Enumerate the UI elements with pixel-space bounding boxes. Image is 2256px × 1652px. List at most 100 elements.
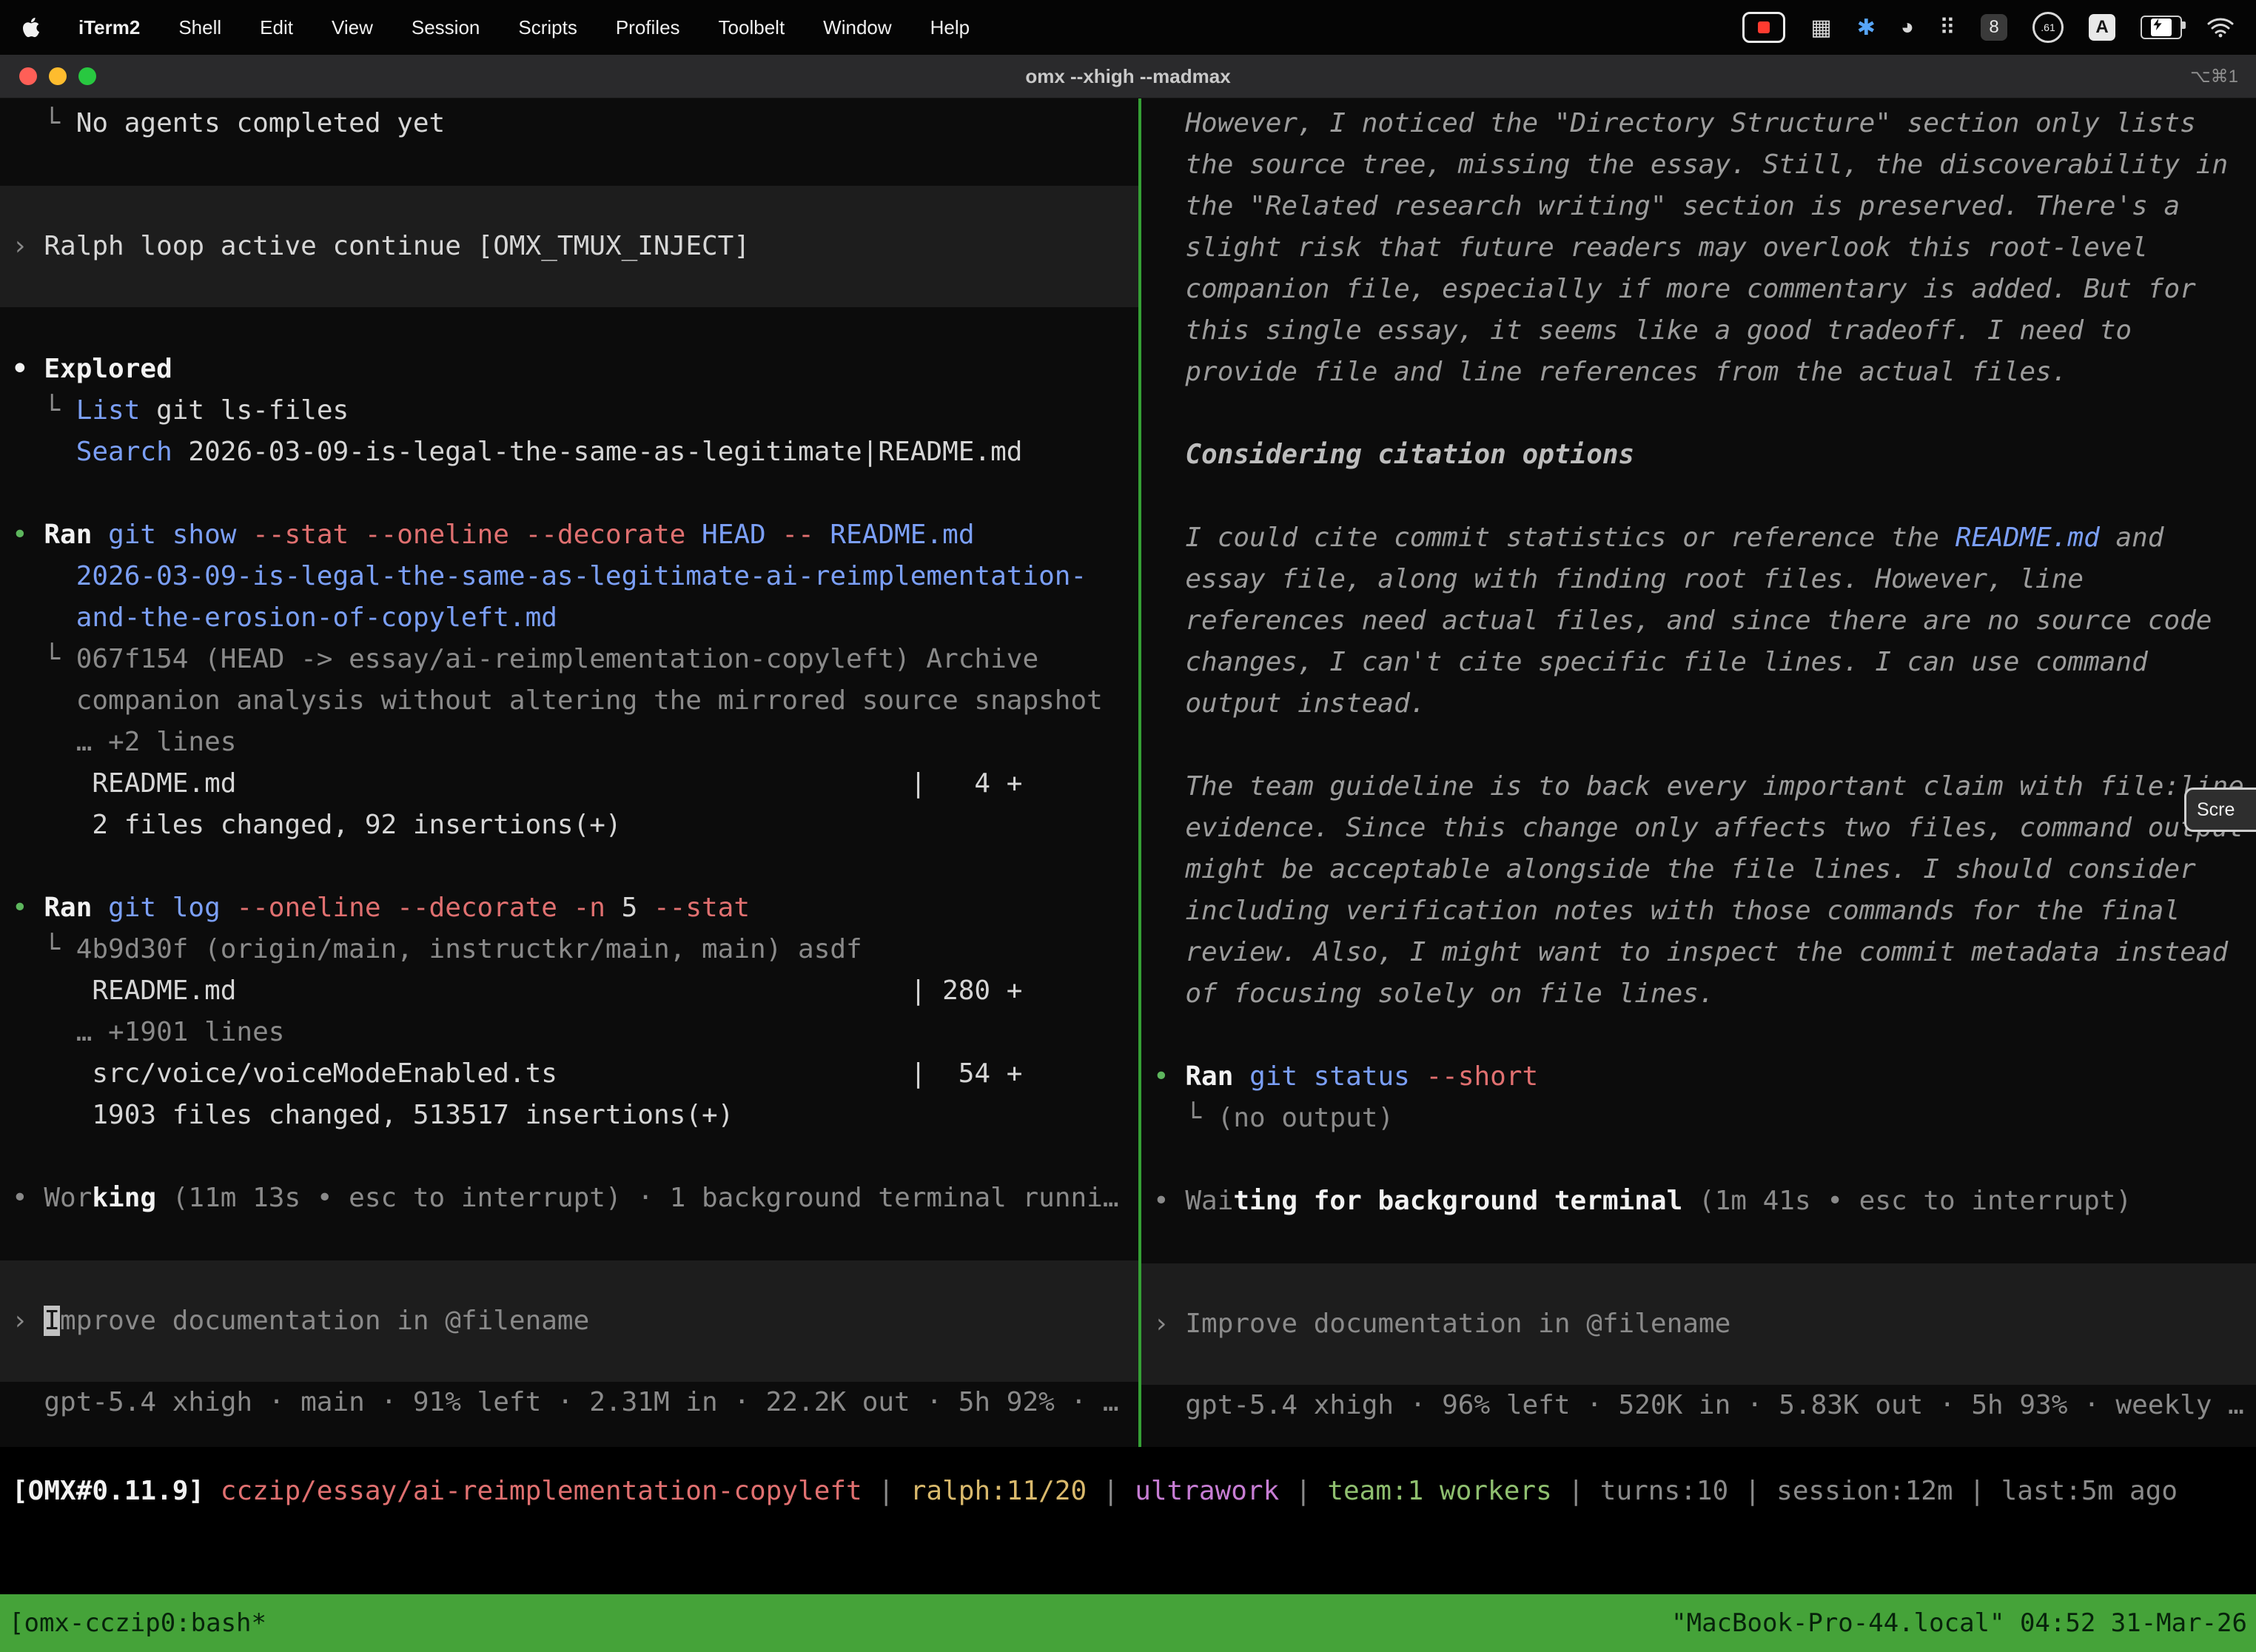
menu-item-window[interactable]: Window	[823, 16, 891, 39]
text-segment: 2 files changed, 92 insertions(+)	[12, 810, 622, 840]
terminal-line: └ 067f154 (HEAD -> essay/ai-reimplementa…	[0, 639, 1138, 680]
text-segment: Considering citation options	[1153, 440, 1634, 470]
ran-git-status: • Ran git status --short	[1141, 1056, 2256, 1098]
text-segment: … +1901 lines	[12, 1017, 284, 1047]
text-segment: README.md | 280 +	[12, 976, 1022, 1006]
menu-item-scripts[interactable]: Scripts	[518, 16, 577, 39]
tmux-session-label: [omx-cczip0:bash*	[9, 1608, 266, 1638]
text-segment: ultrawork	[1135, 1476, 1279, 1506]
text-segment: [OMX#0.11.9]	[12, 1476, 221, 1506]
text-segment: •	[1153, 1061, 1185, 1092]
text-segment: --oneline --decorate -n	[236, 893, 621, 923]
text-segment: slight risk that future readers may over…	[1153, 232, 2148, 263]
battery-gauge-icon[interactable]: .61	[2032, 12, 2064, 43]
left-pane[interactable]: └ No agents completed yet › Ralph loop ac…	[0, 98, 1138, 1447]
menu-item-profiles[interactable]: Profiles	[616, 16, 680, 39]
prompt-input-left[interactable]: › Improve documentation in @filename	[0, 1260, 1138, 1382]
apple-menu-icon[interactable]	[22, 16, 40, 38]
menu-item-toolbelt[interactable]: Toolbelt	[719, 16, 785, 39]
macos-menu-bar: iTerm2 Shell Edit View Session Scripts Profile…	[0, 0, 2256, 55]
menu-item-session[interactable]: Session	[412, 16, 480, 39]
menu-items: iTerm2 Shell Edit View Session Scripts Profile…	[22, 16, 970, 39]
grid-icon[interactable]: ▦	[1810, 15, 1831, 41]
statusline-left: gpt-5.4 xhigh · main · 91% left · 2.31M …	[0, 1382, 1138, 1423]
zoom-button[interactable]	[78, 67, 96, 85]
text-segment: git log	[108, 893, 236, 923]
working-status: • Working (11m 13s • esc to interrupt) ·…	[0, 1178, 1138, 1219]
menu-item-iterm2[interactable]: iTerm2	[78, 16, 140, 39]
terminal-line: README.md | 280 +	[0, 970, 1138, 1012]
text-segment: • Wor	[12, 1183, 92, 1213]
input-source-icon[interactable]: A	[2089, 14, 2115, 41]
ran-git-show: • Ran git show --stat --oneline --decora…	[0, 514, 1138, 556]
text-segment: List	[76, 395, 141, 426]
text-segment: HEAD	[702, 520, 782, 550]
password-key-icon[interactable]: 8	[1981, 14, 2007, 41]
dots-grid-icon[interactable]: ⠿	[1939, 15, 1955, 41]
text-segment: ting for background terminal	[1233, 1186, 1682, 1216]
text-segment: src/voice/voiceModeEnabled.ts | 54 +	[12, 1058, 1022, 1089]
text-segment: README.md	[830, 520, 974, 550]
terminal-line: › Improve documentation in @filename	[0, 1300, 1138, 1342]
text-segment: (11m 13s • esc to interrupt) · 1 backgro…	[156, 1183, 1118, 1213]
text-segment: king	[92, 1183, 156, 1213]
screen-share-overlay-button[interactable]: Scre	[2184, 788, 2256, 832]
minimize-button[interactable]	[49, 67, 67, 85]
text-segment: No agents completed yet	[76, 108, 446, 138]
terminal-line: └ List git ls-files	[0, 390, 1138, 432]
text-segment: team:1 workers	[1327, 1476, 1551, 1506]
text-segment: gpt-5.4 xhigh · main · 91% left · 2.31M …	[12, 1387, 1119, 1417]
screen-recording-indicator-icon[interactable]	[1742, 12, 1785, 43]
circle-app-icon[interactable]: ◕	[1901, 15, 1914, 40]
text-segment: • Explored	[12, 354, 172, 384]
text-segment: | turns:10 | session:12m | last:5m ago	[1552, 1476, 2178, 1506]
terminal-line: … +2 lines	[0, 722, 1138, 763]
text-segment: --stat --oneline --decorate	[252, 520, 702, 550]
text-segment: 2026-03-09-is-legal-the-same-as-legitima…	[12, 561, 1087, 591]
right-pane[interactable]: However, I noticed the "Directory Struct…	[1141, 98, 2256, 1447]
menu-item-view[interactable]: View	[332, 16, 373, 39]
text-segment: cczip/essay/ai-reimplementation-copyleft	[221, 1476, 862, 1506]
terminal-line: including verification notes with those …	[1141, 890, 2256, 932]
tmux-status-bar: [omx-cczip0:bash* "MacBook-Pro-44.local"…	[0, 1594, 2256, 1652]
text-segment: └	[12, 108, 76, 138]
terminal-line: 2026-03-09-is-legal-the-same-as-legitima…	[0, 556, 1138, 597]
text-segment: (1m 41s • esc to interrupt)	[1682, 1186, 2132, 1216]
terminal-line: the "Related research writing" section i…	[1141, 186, 2256, 227]
terminal-line: review. Also, I might want to inspect th…	[1141, 932, 2256, 973]
text-segment: the "Related research writing" section i…	[1153, 191, 2180, 221]
text-segment: ›	[12, 231, 44, 261]
prompt-input-right[interactable]: › Improve documentation in @filename	[1141, 1263, 2256, 1385]
text-segment: git show	[108, 520, 252, 550]
explored-header: • Explored	[0, 349, 1138, 390]
text-segment: • Wai	[1153, 1186, 1233, 1216]
text-segment: Ralph loop active continue [OMX_TMUX_INJ…	[44, 231, 750, 261]
terminal-line: └ 4b9d30f (origin/main, instructkr/main,…	[0, 929, 1138, 970]
menu-item-help[interactable]: Help	[930, 16, 970, 39]
ran-git-log: • Ran git log --oneline --decorate -n 5 …	[0, 887, 1138, 929]
sparkle-icon[interactable]: ✱	[1857, 15, 1876, 41]
text-segment: might be acceptable alongside the file l…	[1153, 854, 2196, 884]
terminal-line: However, I noticed the "Directory Struct…	[1141, 103, 2256, 144]
terminal-line: changes, I can't cite specific file line…	[1141, 642, 2256, 683]
wifi-icon[interactable]	[2207, 17, 2234, 38]
text-segment: companion file, especially if more comme…	[1153, 274, 2196, 304]
terminal-line: provide file and line references from th…	[1141, 352, 2256, 393]
text-segment: of focusing solely on file lines.	[1153, 978, 1715, 1009]
text-segment: |	[1087, 1476, 1135, 1506]
text-segment: and	[2100, 523, 2164, 553]
menu-item-shell[interactable]: Shell	[178, 16, 221, 39]
menu-item-edit[interactable]: Edit	[260, 16, 293, 39]
battery-cap	[2182, 21, 2186, 29]
terminal-line: of focusing solely on file lines.	[1141, 973, 2256, 1015]
battery-icon[interactable]	[2141, 16, 2182, 39]
text-segment: ›	[12, 1306, 44, 1336]
terminal-line: › Improve documentation in @filename	[1141, 1303, 2256, 1345]
text-segment: Ran	[44, 893, 108, 923]
terminal-line: 2 files changed, 92 insertions(+)	[0, 805, 1138, 846]
text-segment: and-the-erosion-of-copyleft.md	[12, 602, 557, 633]
ralph-loop-banner: › Ralph loop active continue [OMX_TMUX_I…	[0, 186, 1138, 307]
traffic-lights	[19, 67, 96, 85]
text-segment: › Improve documentation in @filename	[1153, 1309, 1730, 1339]
close-button[interactable]	[19, 67, 37, 85]
